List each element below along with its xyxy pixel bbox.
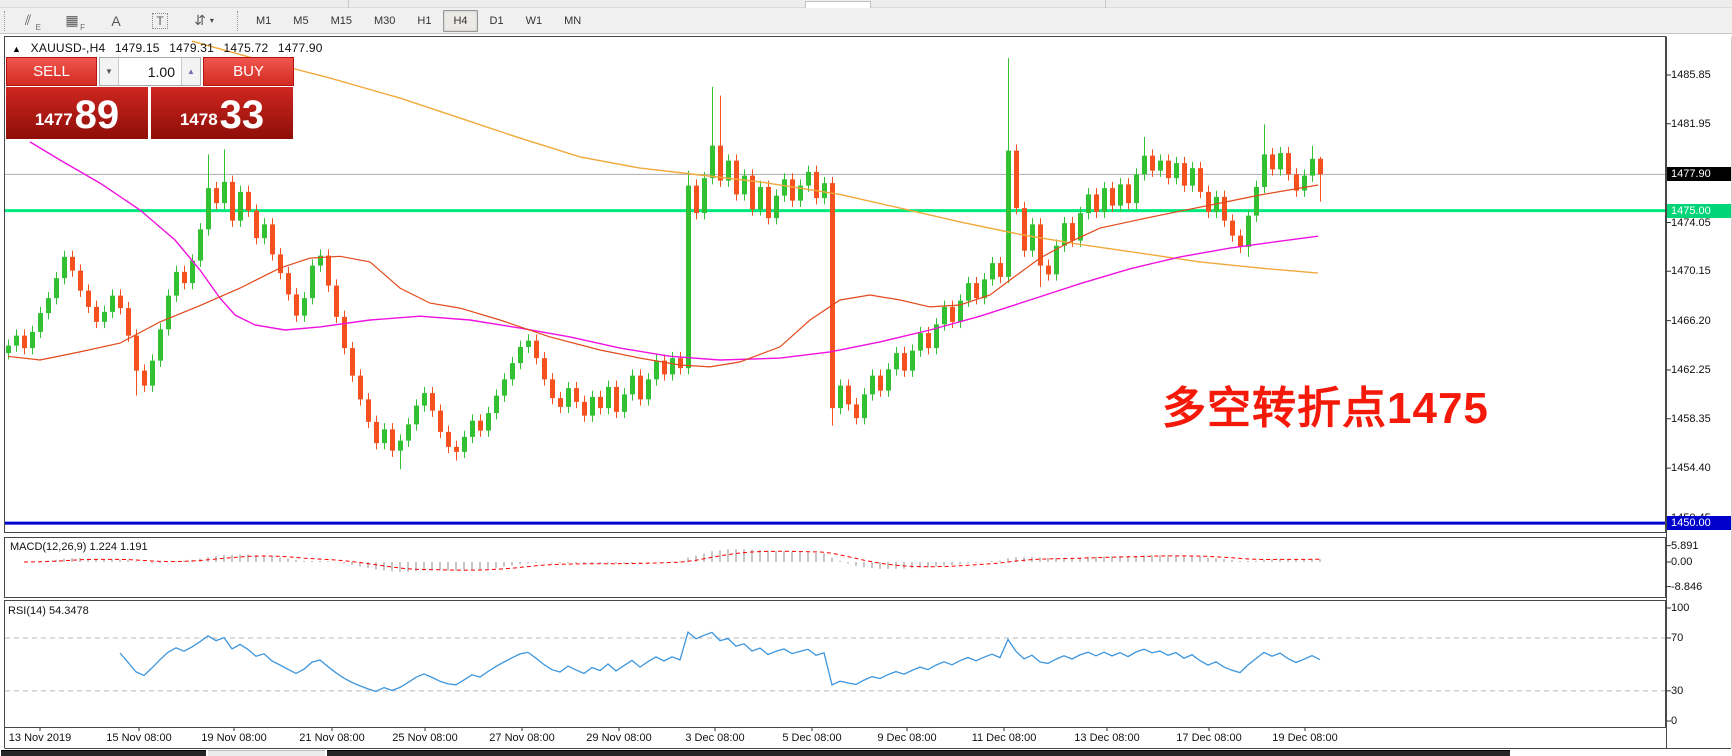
date-tick-label: 11 Dec 08:00 <box>972 732 1037 744</box>
date-tick-label: 15 Nov 08:00 <box>106 732 171 744</box>
price-tick-label: 1470.15 <box>1671 265 1711 277</box>
volume-stepper: ▼ 1.00 ▲ <box>99 57 201 86</box>
date-tick-label: 27 Nov 08:00 <box>489 732 554 744</box>
volume-down-icon[interactable]: ▼ <box>100 58 119 85</box>
date-tick-label: 25 Nov 08:00 <box>392 732 457 744</box>
indicator-axis-label: -8.846 <box>1671 581 1702 593</box>
date-tick-label: 9 Dec 08:00 <box>877 732 936 744</box>
price-tick-label: 1454.40 <box>1671 462 1711 474</box>
indicator-axis-label: 70 <box>1671 632 1683 644</box>
sell-button[interactable]: SELL <box>6 57 97 86</box>
price-tick-label: 1462.25 <box>1671 364 1711 376</box>
current-price-line-label: 1477.90 <box>1667 167 1731 181</box>
rsi-label: RSI(14) 54.3478 <box>8 605 89 617</box>
support-line-label: 1475.00 <box>1667 204 1731 218</box>
price-tick-label: 1481.95 <box>1671 118 1711 130</box>
chart-tab[interactable] <box>1 750 206 756</box>
date-tick-label: 17 Dec 08:00 <box>1176 732 1241 744</box>
chart-tab[interactable] <box>327 750 1510 756</box>
buy-button[interactable]: BUY <box>203 57 294 86</box>
sell-price-big: 89 <box>75 95 120 135</box>
volume-input[interactable]: 1.00 <box>119 58 181 85</box>
date-tick-label: 21 Nov 08:00 <box>299 732 364 744</box>
date-tick-label: 19 Nov 08:00 <box>201 732 266 744</box>
mt4-window: ⫽E▦FAT⇵▾ M1M5M15M30H1H4D1W1MN ▲ XAUUSD-,… <box>0 0 1732 756</box>
one-click-trade-panel: SELL ▼ 1.00 ▲ BUY 1477 89 1478 33 <box>6 57 294 139</box>
indicator-axis-label: 5.891 <box>1671 540 1699 552</box>
date-tick-label: 3 Dec 08:00 <box>685 732 744 744</box>
symbol-period: XAUUSD-,H4 <box>31 41 106 55</box>
lower-level-line-label: 1450.00 <box>1667 516 1731 530</box>
date-tick-label: 5 Dec 08:00 <box>782 732 841 744</box>
price-tick-label: 1466.20 <box>1671 315 1711 327</box>
indicator-axis-label: 100 <box>1671 602 1689 614</box>
ohlc-open: 1479.15 <box>115 41 160 55</box>
volume-up-icon[interactable]: ▲ <box>181 58 200 85</box>
ohlc-close: 1477.90 <box>278 41 323 55</box>
macd-label: MACD(12,26,9) 1.224 1.191 <box>10 541 148 553</box>
indicator-axis-label: 0.00 <box>1671 556 1692 568</box>
chart-header: ▲ XAUUSD-,H4 1479.15 1479.31 1475.72 147… <box>12 41 329 55</box>
price-tick-label: 1474.05 <box>1671 217 1711 229</box>
price-tick-label: 1485.85 <box>1671 69 1711 81</box>
date-tick-label: 29 Nov 08:00 <box>586 732 651 744</box>
ohlc-high: 1479.31 <box>169 41 214 55</box>
buy-price-box[interactable]: 1478 33 <box>151 87 293 139</box>
collapse-panel-icon[interactable]: ▲ <box>12 44 21 54</box>
indicator-axis-label: 30 <box>1671 685 1683 697</box>
price-tick-label: 1458.35 <box>1671 413 1711 425</box>
sell-price-box[interactable]: 1477 89 <box>6 87 148 139</box>
date-tick-label: 13 Nov 2019 <box>9 732 71 744</box>
chart-tab-active[interactable] <box>208 750 325 756</box>
chart-annotation-text: 多空转折点1475 <box>1162 372 1489 436</box>
date-tick-label: 13 Dec 08:00 <box>1074 732 1139 744</box>
ohlc-low: 1475.72 <box>224 41 269 55</box>
date-tick-label: 19 Dec 08:00 <box>1272 732 1337 744</box>
buy-price-small: 1478 <box>180 105 218 135</box>
buy-price-big: 33 <box>220 95 265 135</box>
indicator-axis-label: 0 <box>1671 715 1677 727</box>
sell-price-small: 1477 <box>35 105 73 135</box>
